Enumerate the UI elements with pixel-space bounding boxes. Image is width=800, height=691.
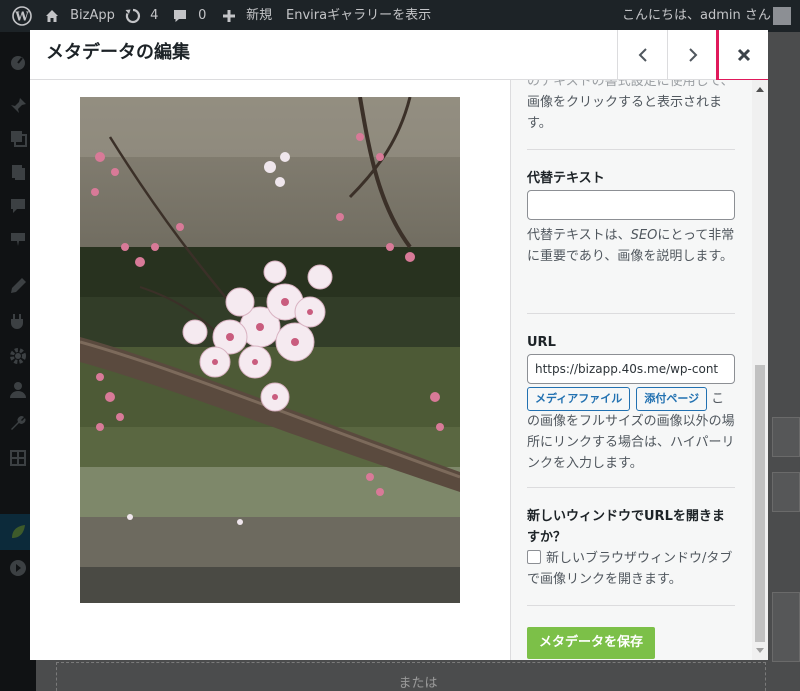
new-window-section: 新しいウィンドウでURLを開きますか？ 新しいブラウザウィンドウ/タブで画像リン… [527,506,735,590]
background-or-text: または [398,676,438,691]
new-window-label: 新しいウィンドウでURLを開きますか？ [527,509,725,545]
caption-help-line: 画像をクリックすると表示されま [527,95,723,110]
alt-help-pre: 代替テキストは、 [527,228,631,243]
sidebar-scrollbar[interactable] [752,80,768,660]
media-file-button[interactable]: メディアファイル [527,387,631,411]
background-box [772,417,800,457]
collapse-menu-icon[interactable] [8,558,28,578]
update-icon [125,8,141,23]
view-gallery-link[interactable]: Enviraギャラリーを表示 [286,0,431,32]
url-section: URL メディアファイル 添付ページ この画像をフルサイズの画像以外の場所にリン… [527,332,735,474]
url-label: URL [527,335,556,350]
next-button[interactable] [667,30,717,80]
metadata-sidebar: のテキストの書式設定に使用して、 画像をクリックすると表示されま す。 代替テキ… [510,80,768,660]
new-window-checkbox[interactable] [527,550,541,564]
site-home-link[interactable]: BizApp [44,0,115,32]
new-label: 新規 [246,8,273,23]
image-preview-pane [30,80,510,660]
background-box [772,472,800,512]
edit-metadata-modal: メタデータの編集 のテキストの書式設定に使用して、 画像をクリックすると表示され… [30,30,768,660]
feedback-icon[interactable] [8,230,28,250]
scroll-down-arrow-icon[interactable] [756,648,764,653]
comments-link[interactable]: 0 [172,0,206,32]
chevron-left-icon [638,48,647,62]
attachment-page-button[interactable]: 添付ページ [636,387,708,411]
avatar[interactable] [773,7,791,25]
grid-icon[interactable] [8,448,28,468]
comment-icon [174,9,186,22]
svg-text:W: W [14,9,29,23]
wordpress-logo-icon[interactable]: W [12,0,32,32]
updates-link[interactable]: 4 [124,0,158,32]
caption-help-line: のテキストの書式設定に使用して、 [527,80,734,89]
dashboard-icon[interactable] [8,52,28,72]
plus-icon [223,9,235,22]
users-icon[interactable] [8,380,28,400]
account-greeting[interactable]: こんにちは、admin さん [622,0,771,32]
alt-text-input[interactable] [527,190,735,220]
pages-icon[interactable] [8,162,28,182]
home-icon [46,9,58,22]
alt-text-help: 代替テキストは、SEOにとって非常に重要であり、画像を説明します。 [527,225,735,267]
admin-bar: W BizApp 4 0 新規 Enviraギャラリーを表示 こんにちは、adm… [0,0,800,32]
divider [527,313,735,314]
background-box [772,592,800,662]
new-content-link[interactable]: 新規 [222,0,272,32]
alt-text-section: 代替テキスト 代替テキストは、SEOにとって非常に重要であり、画像を説明します。 [527,168,735,267]
scrollbar-thumb[interactable] [755,365,765,642]
divider [527,149,735,150]
url-input[interactable] [527,354,735,384]
new-window-option: 新しいブラウザウィンドウ/タブで画像リンクを開きます。 [527,548,735,590]
chevron-right-icon [688,48,697,62]
scroll-up-arrow-icon[interactable] [756,87,764,92]
tools-icon[interactable] [8,414,28,434]
close-icon [737,48,750,62]
save-metadata-button[interactable]: メタデータを保存 [527,627,656,659]
envira-leaf-icon[interactable] [8,522,28,542]
updates-count: 4 [150,8,159,23]
modal-header: メタデータの編集 [30,30,768,82]
settings-gear-icon[interactable] [8,346,28,366]
site-name: BizApp [70,8,115,23]
appearance-icon[interactable] [8,276,28,296]
previous-button[interactable] [617,30,667,80]
close-button[interactable] [718,30,768,80]
new-window-checkbox-label: 新しいブラウザウィンドウ/タブで画像リンクを開きます。 [527,551,733,587]
pin-icon[interactable] [8,96,28,116]
plugins-icon[interactable] [8,312,28,332]
caption-help: のテキストの書式設定に使用して、 画像をクリックすると表示されま す。 [527,80,735,134]
url-help: メディアファイル 添付ページ この画像をフルサイズの画像以外の場所にリンクする場… [527,387,735,474]
cherry-blossom-photo [80,97,460,603]
divider [527,605,735,606]
alt-help-seo: SEO [630,228,658,243]
caption-help-line: す。 [527,116,552,131]
comments-icon[interactable] [8,196,28,216]
comments-count: 0 [198,8,207,23]
divider [527,487,735,488]
modal-title: メタデータの編集 [46,42,190,63]
alt-text-label: 代替テキスト [527,171,605,186]
media-icon[interactable] [8,128,28,148]
